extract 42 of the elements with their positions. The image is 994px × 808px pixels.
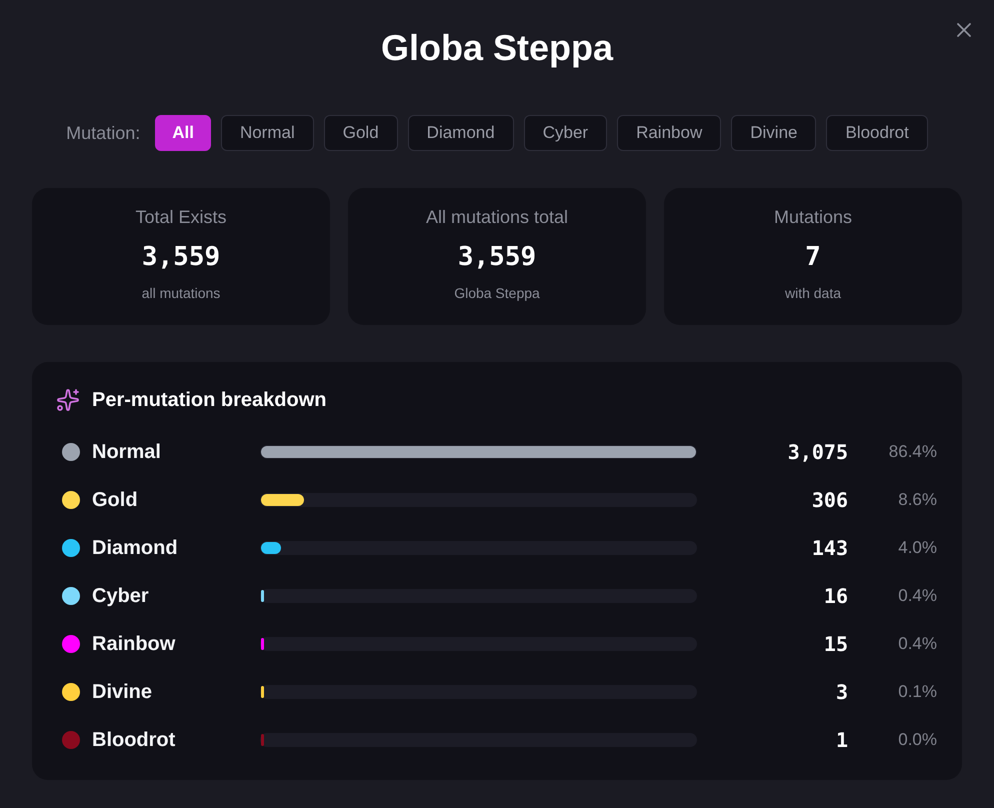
mutation-name: Gold: [92, 488, 138, 513]
filter-chip[interactable]: Rainbow: [617, 115, 722, 151]
stat-caption: Globa Steppa: [454, 284, 540, 303]
mutation-percent: 0.4%: [897, 633, 937, 656]
mutation-count: 1: [834, 727, 848, 754]
sparkles-icon: [56, 388, 80, 412]
stat-value: 3,559: [458, 241, 536, 273]
mutation-count: 143: [810, 535, 848, 562]
filter-chip[interactable]: Bloodrot: [826, 115, 928, 151]
mutation-name: Cyber: [92, 584, 149, 609]
mutation-percent: 0.4%: [897, 585, 937, 608]
mutation-percent: 0.0%: [897, 729, 937, 752]
stat-value: 7: [805, 241, 821, 273]
mutation-count: 3,075: [786, 439, 848, 466]
mutation-name: Diamond: [92, 536, 178, 561]
stat-value: 3,559: [142, 241, 220, 273]
filter-chip[interactable]: Gold: [324, 115, 398, 151]
mutation-count: 3: [834, 679, 848, 706]
mutation-percent: 8.6%: [897, 489, 937, 512]
filter-chip[interactable]: All: [155, 115, 211, 151]
mutation-count: 306: [810, 487, 848, 514]
stat-label: Mutations: [774, 206, 852, 229]
stat-label: Total Exists: [135, 206, 227, 229]
stat-caption: all mutations: [142, 284, 220, 303]
filter-chip[interactable]: Cyber: [524, 115, 608, 151]
filter-label: Mutation:: [66, 122, 140, 144]
filter-chip[interactable]: Divine: [731, 115, 816, 151]
filter-chip[interactable]: Normal: [220, 115, 314, 151]
dialog-title: Globa Steppa: [380, 28, 614, 68]
mutation-percent: 0.1%: [897, 681, 937, 704]
mutation-percent: 4.0%: [897, 537, 937, 560]
mutation-name: Rainbow: [92, 632, 176, 657]
stat-caption: with data: [784, 284, 842, 303]
mutation-name: Normal: [92, 440, 161, 465]
breakdown-title: Per-mutation breakdown: [92, 388, 326, 413]
filter-chip[interactable]: Diamond: [408, 115, 514, 151]
mutation-name: Divine: [92, 680, 152, 705]
mutation-percent: 86.4%: [888, 441, 937, 464]
mutation-name: Bloodrot: [92, 728, 176, 753]
stat-label: All mutations total: [426, 206, 568, 229]
mutation-count: 16: [822, 583, 848, 610]
mutation-count: 15: [822, 631, 848, 658]
